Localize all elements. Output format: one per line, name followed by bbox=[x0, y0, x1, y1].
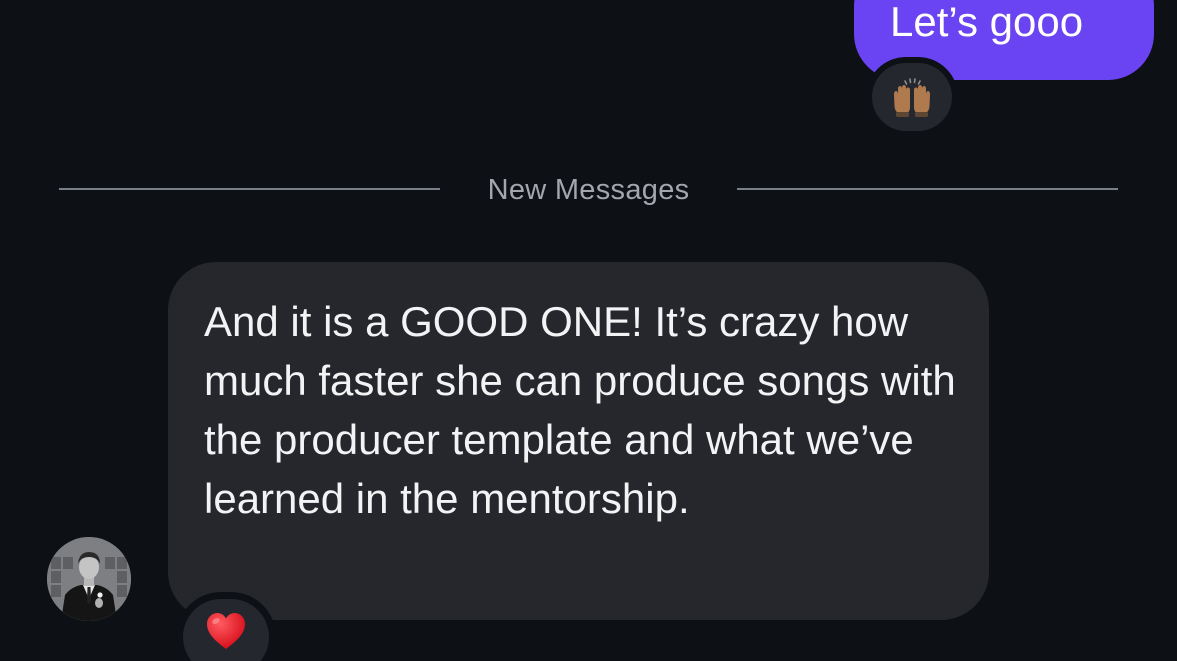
divider-line-right bbox=[737, 188, 1118, 190]
raising-hands-icon bbox=[894, 78, 930, 117]
red-heart-icon bbox=[207, 613, 245, 649]
divider-line-left bbox=[59, 188, 440, 190]
reaction-chip[interactable] bbox=[872, 63, 952, 131]
new-messages-divider-label: New Messages bbox=[487, 174, 690, 206]
reaction-chip[interactable] bbox=[183, 599, 269, 661]
sender-avatar[interactable] bbox=[47, 537, 131, 621]
outgoing-message-text: Let’s gooo bbox=[890, 0, 1084, 45]
outgoing-message-reaction[interactable] bbox=[866, 57, 958, 137]
incoming-message-text: And it is a GOOD ONE! It’s crazy how muc… bbox=[204, 298, 956, 522]
chat-screen: Let’s gooo New Messages And it is a GOOD… bbox=[0, 0, 1177, 661]
avatar-photo bbox=[47, 537, 131, 621]
